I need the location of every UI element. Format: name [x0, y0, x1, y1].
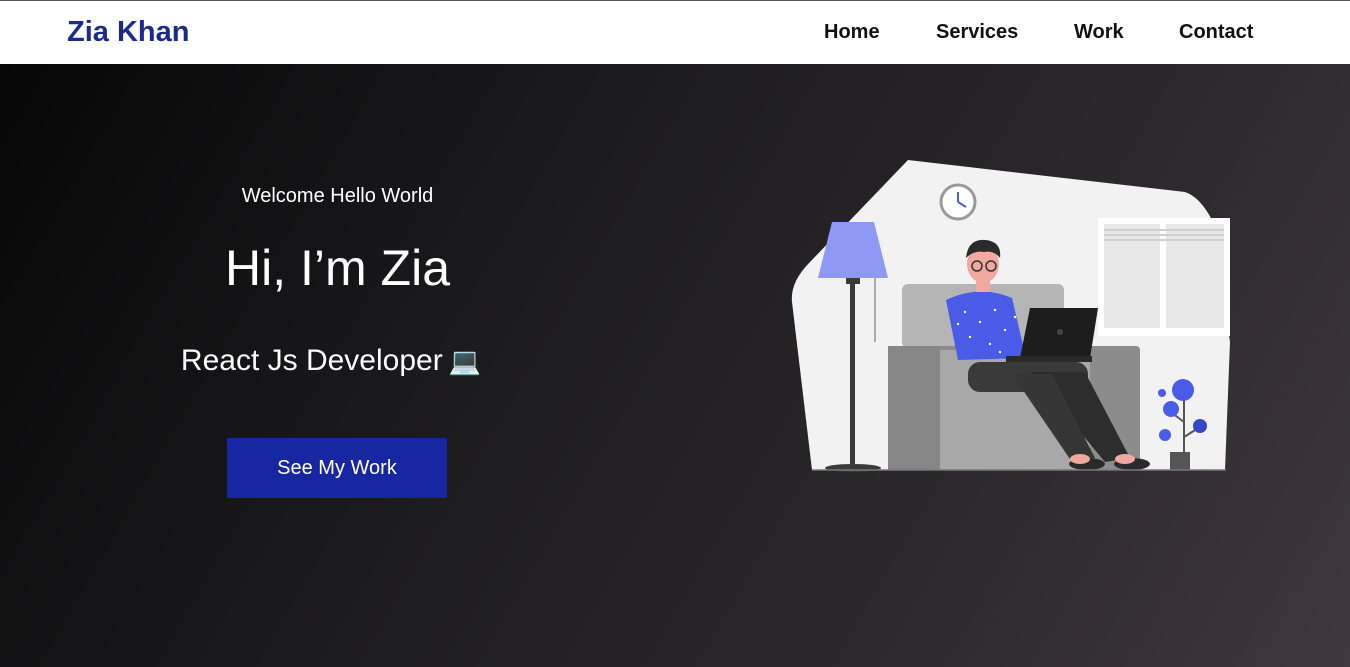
- laptop-icon: 💻: [448, 347, 482, 377]
- nav-work[interactable]: Work: [1074, 21, 1124, 44]
- logo[interactable]: Zia Khan: [67, 16, 189, 49]
- hero-section: Welcome Hello World Hi, I’m Zia React Js…: [0, 64, 1350, 667]
- hero-title: Hi, I’m Zia: [225, 240, 450, 296]
- navbar: Zia Khan Home Services Work Contact: [0, 0, 1350, 64]
- clock-icon: [939, 183, 977, 221]
- role-text: React Js Developer: [180, 344, 443, 377]
- nav-services[interactable]: Services: [936, 21, 1018, 44]
- nav-home[interactable]: Home: [824, 21, 880, 44]
- role-line: React Js Developer 💻: [0, 344, 662, 378]
- developer-illustration: [791, 160, 1230, 472]
- see-my-work-button[interactable]: See My Work: [227, 438, 447, 498]
- welcome-text: Welcome Hello World: [241, 185, 434, 207]
- nav-contact[interactable]: Contact: [1179, 21, 1253, 44]
